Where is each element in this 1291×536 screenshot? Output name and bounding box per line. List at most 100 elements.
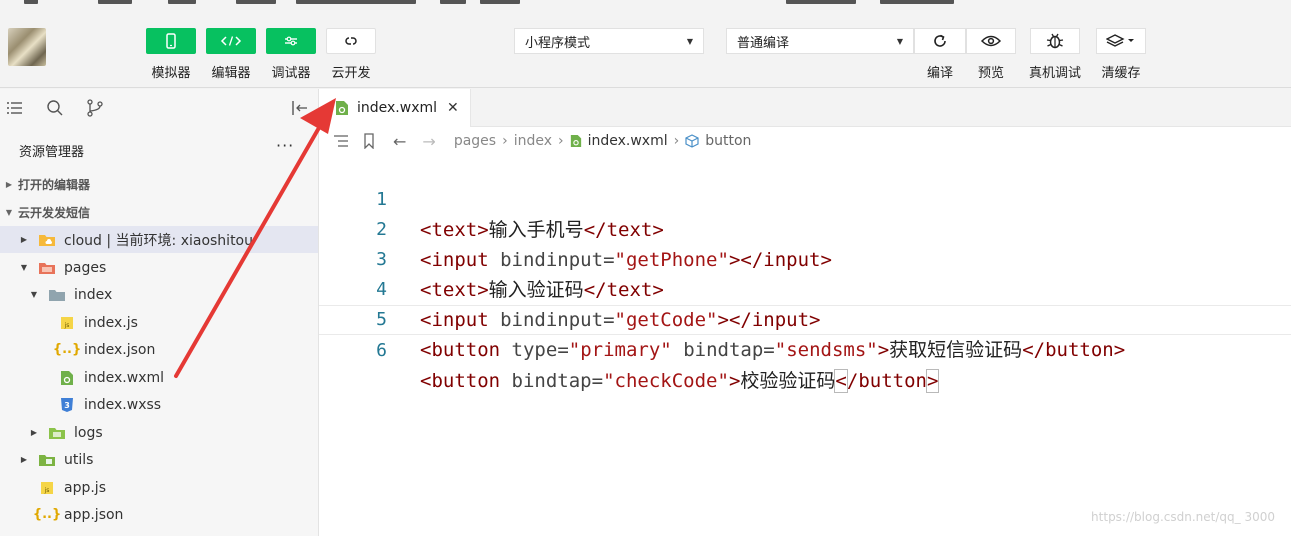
- caret-down-icon: ▼: [686, 36, 693, 46]
- breadcrumb-item[interactable]: button: [705, 133, 751, 149]
- bug-icon: [1046, 33, 1064, 49]
- tree-item-app-json[interactable]: {..} app.json: [0, 501, 318, 528]
- tree-item-index-json[interactable]: {..} index.json: [0, 336, 318, 363]
- cloud-tool[interactable]: 云开发: [326, 28, 376, 81]
- project-label: 云开发发短信: [18, 205, 91, 220]
- compile-select-value: 普通编译: [737, 35, 790, 51]
- git-branch-icon[interactable]: [86, 99, 104, 117]
- sidebar: 资源管理器 ··· ▶ 打开的编辑器 ▼ 云开发发短信 ▶ cloud | 当前…: [0, 89, 319, 536]
- js-file-icon: js: [38, 480, 56, 496]
- tree-item-index-wxml[interactable]: index.wxml: [0, 364, 318, 391]
- sidebar-icon-row: [0, 89, 318, 127]
- device-debug-tool[interactable]: 真机调试: [1026, 28, 1084, 81]
- caret-down-icon: ▼: [5, 207, 13, 217]
- caret-right-icon: ▶: [20, 455, 28, 464]
- layers-icon: [1106, 34, 1134, 47]
- caret-right-icon: ▶: [20, 235, 28, 244]
- tree-item-label: logs: [74, 424, 103, 441]
- tree-item-index-wxss[interactable]: 3 index.wxss: [0, 391, 318, 418]
- cloud-link-icon: [345, 37, 357, 45]
- folder-icon: [48, 287, 66, 303]
- breadcrumb-item[interactable]: index: [514, 133, 552, 149]
- tree-item-label: index.json: [84, 341, 156, 358]
- tree-item-utils[interactable]: ▶ utils: [0, 446, 318, 473]
- caret-down-icon: ▼: [20, 263, 28, 272]
- close-icon[interactable]: ✕: [447, 100, 459, 116]
- eye-icon: [980, 35, 1002, 47]
- tree-item-label: cloud | 当前环境: xiaoshitou: [64, 232, 253, 249]
- wxml-file-icon: [58, 370, 76, 386]
- clear-cache-label: 清缓存: [1101, 66, 1141, 81]
- compile-button[interactable]: [914, 28, 966, 54]
- tree-item-app-js[interactable]: js app.js: [0, 474, 318, 501]
- chevron-right-icon: ›: [673, 133, 680, 149]
- explorer-title: 资源管理器: [19, 145, 85, 160]
- tree-item-label: pages: [64, 259, 107, 276]
- code-line-current: 6 <button bindtap="checkCode">校验验证码</but…: [319, 305, 1291, 393]
- back-arrow-icon[interactable]: ←: [393, 132, 406, 151]
- project-section[interactable]: ▼ 云开发发短信: [0, 199, 318, 225]
- code-icon: [220, 36, 242, 46]
- tree-item-index-folder[interactable]: ▼ index: [0, 281, 318, 308]
- code-line: 1 <text>输入手机号</text>: [319, 155, 1291, 241]
- device-debug-label: 真机调试: [1028, 66, 1081, 81]
- mode-select[interactable]: 小程序模式 ▼: [514, 28, 704, 54]
- editor-button[interactable]: [206, 28, 256, 54]
- json-file-icon: {..}: [52, 342, 82, 357]
- phone-icon: [166, 33, 176, 49]
- tree-item-label: index.js: [84, 314, 138, 331]
- tree-item-cloud[interactable]: ▶ cloud | 当前环境: xiaoshitou: [0, 226, 318, 253]
- simulator-tool[interactable]: 模拟器: [146, 28, 196, 81]
- toggle-icon: [285, 36, 297, 46]
- simulator-label: 模拟器: [151, 66, 191, 81]
- cloud-button[interactable]: [326, 28, 376, 54]
- tab-label: index.wxml: [357, 100, 438, 116]
- tab-index-wxml[interactable]: index.wxml ✕: [319, 89, 471, 127]
- js-file-icon: js: [58, 315, 76, 331]
- collapse-panel-icon[interactable]: [290, 99, 308, 117]
- preview-label: 预览: [977, 66, 1004, 81]
- folder-icon: [38, 452, 56, 468]
- preview-button[interactable]: [966, 28, 1016, 54]
- compile-label: 编译: [926, 66, 953, 81]
- device-debug-button[interactable]: [1030, 28, 1080, 54]
- tree-item-label: utils: [64, 451, 94, 468]
- chevron-right-icon: ›: [558, 133, 564, 149]
- debugger-button[interactable]: [266, 28, 316, 54]
- tree-item-index-js[interactable]: js index.js: [0, 309, 318, 336]
- compile-select[interactable]: 普通编译 ▼: [726, 28, 914, 54]
- svg-text:3: 3: [64, 401, 70, 410]
- breadcrumb-item[interactable]: pages: [454, 133, 496, 149]
- tree-item-pages[interactable]: ▼ pages: [0, 254, 318, 281]
- open-editors-label: 打开的编辑器: [18, 177, 91, 192]
- tree-item-label: index.wxss: [84, 396, 162, 413]
- more-options-icon[interactable]: ···: [276, 136, 294, 155]
- debugger-tool[interactable]: 调试器: [266, 28, 316, 81]
- editor-label: 编辑器: [211, 66, 251, 81]
- preview-tool[interactable]: 预览: [966, 28, 1016, 81]
- search-icon[interactable]: [46, 99, 64, 117]
- tree-item-label: index: [74, 286, 113, 303]
- compile-tool[interactable]: 编译: [914, 28, 966, 81]
- forward-arrow-icon[interactable]: →: [422, 132, 435, 151]
- breadcrumb-item[interactable]: index.wxml: [588, 133, 668, 149]
- breadcrumb: ← → pages › index › index.wxml › button: [319, 127, 1291, 155]
- open-editors-section[interactable]: ▶ 打开的编辑器: [0, 171, 318, 197]
- editor-area: index.wxml ✕ ← → pages › index › index.w…: [319, 89, 1291, 536]
- tree-item-label: app.json: [64, 506, 124, 523]
- folder-icon: [48, 425, 66, 441]
- simulator-button[interactable]: [146, 28, 196, 54]
- list-icon[interactable]: [6, 99, 24, 117]
- clear-cache-tool[interactable]: 清缓存: [1096, 28, 1146, 81]
- tree-item-logs[interactable]: ▶ logs: [0, 419, 318, 446]
- code-line: 5 <button type="primary" bindtap="sendsm…: [319, 275, 1291, 361]
- outline-icon[interactable]: [333, 134, 349, 148]
- caret-down-icon: ▼: [30, 290, 38, 299]
- avatar[interactable]: [8, 28, 46, 66]
- ide-window: 模拟器 编辑器 调试器 云开发 小程序模式 ▼ 普通编译 ▼ 编译 预览 真机调…: [0, 0, 1291, 536]
- clear-cache-button[interactable]: [1096, 28, 1146, 54]
- editor-tool[interactable]: 编辑器: [206, 28, 256, 81]
- bookmark-icon[interactable]: [363, 133, 375, 149]
- caret-down-icon: ▼: [896, 36, 903, 46]
- code-line: 4 <input bindinput="getCode"></input>: [319, 245, 1291, 331]
